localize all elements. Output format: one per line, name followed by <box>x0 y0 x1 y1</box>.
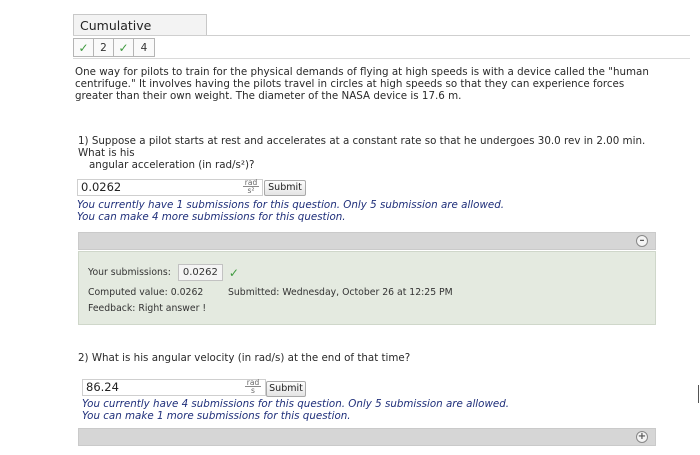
nav-check-icon[interactable]: ✓ <box>74 39 94 56</box>
title-divider <box>73 35 690 36</box>
question-2-notice-line-1: You currently have 4 submissions for thi… <box>82 398 510 410</box>
question-1-feedback-header[interactable]: – <box>78 232 656 250</box>
question-2-answer-input[interactable]: 86.24 <box>82 379 266 396</box>
question-1-text: 1) Suppose a pilot starts at rest and ac… <box>78 135 653 171</box>
feedback-label: Feedback: <box>88 303 136 314</box>
your-submissions-value[interactable]: 0.0262 <box>177 264 223 281</box>
expand-icon[interactable]: + <box>636 431 648 443</box>
your-submissions-label: Your submissions: <box>88 267 171 278</box>
nav-question-2[interactable]: 2 <box>94 39 114 56</box>
page-title: Cumulative Problem 20 <box>73 14 207 55</box>
nav-check-icon[interactable]: ✓ <box>114 39 134 56</box>
question-1-units: rad s² <box>243 179 259 194</box>
question-2-units: rad s <box>245 379 261 394</box>
question-1-submit-button[interactable]: Submit <box>264 180 306 196</box>
feedback-text: Right answer ! <box>138 303 207 314</box>
collapse-icon[interactable]: – <box>636 235 648 247</box>
nav-question-4[interactable]: 4 <box>134 39 154 56</box>
question-1-answer-input[interactable]: 0.0262 <box>77 179 263 196</box>
question-2-submit-button[interactable]: Submit <box>266 381 306 397</box>
feedback-row: Feedback: Right answer ! <box>88 303 206 314</box>
question-1-line-1: 1) Suppose a pilot starts at rest and ac… <box>78 135 646 159</box>
question-1-notice: You currently have 1 submissions for thi… <box>77 199 505 223</box>
question-2-feedback-header[interactable]: + <box>78 428 656 446</box>
computed-value-row: Computed value: 0.0262 <box>88 287 203 298</box>
correct-check-icon: ✓ <box>228 265 239 280</box>
question-2-notice: You currently have 4 submissions for thi… <box>82 398 510 422</box>
your-submissions-row: Your submissions: 0.0262 ✓ <box>88 264 239 281</box>
question-1-notice-line-1: You currently have 1 submissions for thi… <box>77 199 505 211</box>
question-nav: ✓ 2 ✓ 4 <box>73 38 155 57</box>
question-2-text: 2) What is his angular velocity (in rad/… <box>78 352 411 364</box>
units-denominator: s <box>251 386 255 395</box>
scroll-edge-marker <box>698 385 699 403</box>
computed-value: 0.0262 <box>170 287 204 298</box>
nav-divider <box>73 58 690 59</box>
question-2-notice-line-2: You can make 1 more submissions for this… <box>82 409 351 422</box>
problem-intro: One way for pilots to train for the phys… <box>75 66 649 102</box>
question-1-feedback-panel: Your submissions: 0.0262 ✓ Computed valu… <box>78 251 656 325</box>
submitted-timestamp: Submitted: Wednesday, October 26 at 12:2… <box>228 287 453 298</box>
units-denominator: s² <box>247 186 255 195</box>
question-1-line-2: angular acceleration (in rad/s²)? <box>89 159 255 171</box>
question-1-notice-line-2: You can make 4 more submissions for this… <box>77 210 346 223</box>
computed-value-label: Computed value: <box>88 287 168 298</box>
